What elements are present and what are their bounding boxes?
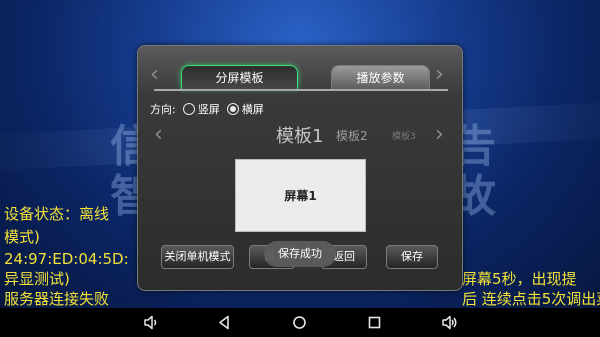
tab-prev-arrow-icon[interactable]: ‹ — [150, 64, 159, 86]
direction-label: 方向: — [150, 103, 176, 116]
server-status-text: 服务器连接失败 — [4, 290, 110, 308]
mode-text: 模式) — [4, 228, 40, 246]
volume-down-icon[interactable] — [142, 314, 159, 331]
save-button[interactable]: 保存 — [386, 245, 438, 269]
close-single-mode-button[interactable]: 关闭单机模式 — [161, 245, 234, 269]
tab-play-params[interactable]: 播放参数 — [331, 65, 430, 89]
device-status-text: 设备状态：离线 — [4, 205, 110, 223]
template-next-arrow-icon[interactable]: › — [435, 124, 444, 146]
screen-preview[interactable]: 屏幕1 — [235, 159, 366, 232]
template-3[interactable]: 模板3 — [392, 129, 416, 142]
template-prev-arrow-icon[interactable]: ‹ — [154, 124, 163, 146]
tab-divider — [154, 89, 448, 91]
radio-portrait[interactable] — [182, 103, 195, 115]
radio-landscape[interactable] — [226, 103, 239, 115]
recents-icon[interactable] — [366, 314, 383, 331]
save-success-toast: 保存成功 — [264, 241, 336, 267]
landscape-label[interactable]: 横屏 — [242, 101, 264, 117]
volume-up-icon[interactable] — [441, 314, 458, 331]
test-mode-text: 异显测试) — [4, 270, 70, 288]
screen-label: 屏幕1 — [284, 189, 317, 203]
mac-address-text: 24:97:ED:04:5D: — [4, 250, 129, 268]
tab-split-template[interactable]: 分屏模板 — [181, 65, 298, 89]
tab-next-arrow-icon[interactable]: › — [435, 64, 444, 86]
hint-text-line1: 屏幕5秒，出现提 — [462, 270, 577, 288]
navigation-bar — [0, 308, 600, 337]
portrait-label[interactable]: 竖屏 — [198, 101, 220, 117]
template-1[interactable]: 模板1 — [276, 122, 323, 148]
hint-text-line2: 后 连续点击5次调出菜 — [462, 290, 600, 308]
template-2[interactable]: 模板2 — [336, 127, 368, 144]
direction-row: 方向: 竖屏 横屏 — [150, 101, 264, 117]
home-icon[interactable] — [291, 314, 308, 331]
back-icon[interactable] — [216, 314, 233, 331]
